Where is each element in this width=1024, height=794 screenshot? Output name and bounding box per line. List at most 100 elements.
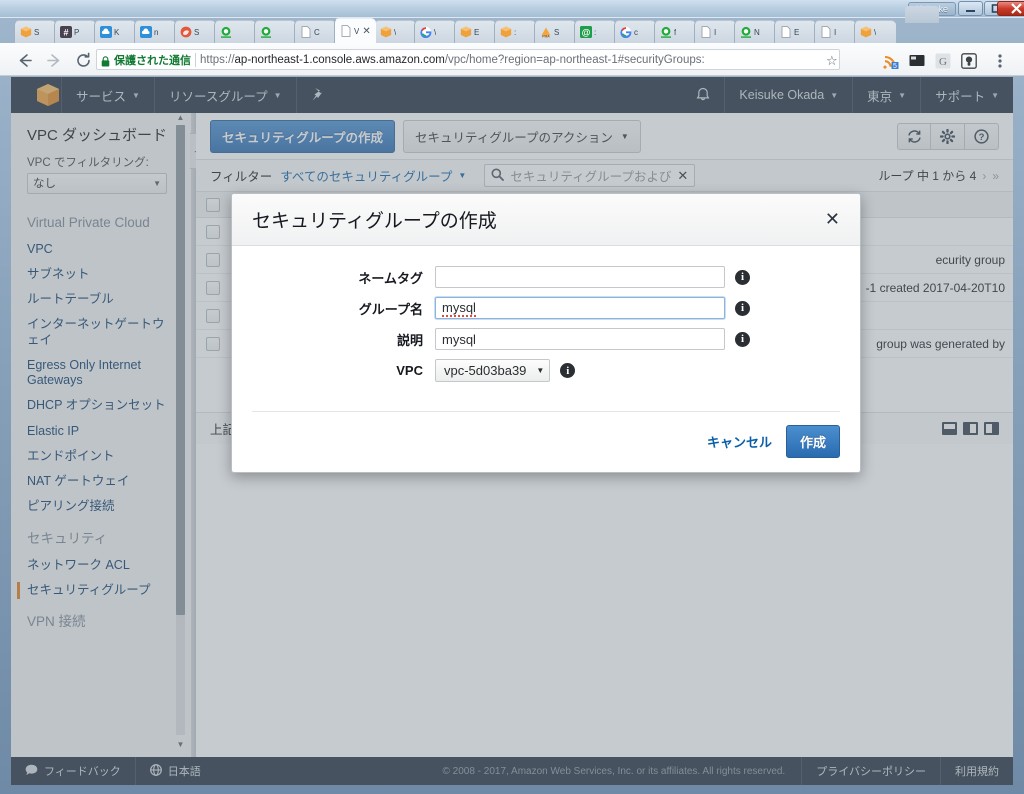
browser-tab-label: n — [154, 27, 159, 37]
browser-tab-7[interactable]: C — [294, 20, 336, 43]
browser-tab-label: f — [674, 27, 677, 37]
browser-tab-label: S — [194, 27, 200, 37]
chevron-down-icon: ▼ — [536, 366, 545, 375]
at-sign-icon: @ — [579, 26, 592, 39]
address-bar[interactable]: 保護された通信 https://ap-northeast-1.console.a… — [96, 49, 840, 70]
field-input-1[interactable]: mysql — [435, 297, 725, 319]
url-text: https://ap-northeast-1.console.aws.amazo… — [200, 54, 705, 66]
browser-tab-label: V — [354, 26, 360, 36]
cloud-icon — [139, 26, 152, 39]
field-value-1: mysql — [442, 299, 476, 317]
browser-tab-5[interactable] — [214, 20, 256, 43]
browser-tabstrip: S # P Kn S C V ✕ \ \ E: PMA S @: c f I N E I \ — [0, 18, 1024, 43]
tab-close-icon[interactable]: ✕ — [362, 26, 370, 37]
browser-tab-0[interactable]: S — [14, 20, 56, 43]
close-button[interactable] — [997, 1, 1024, 16]
browser-tab-11[interactable]: E — [454, 20, 496, 43]
search-green-icon — [659, 26, 672, 39]
cloud-icon — [99, 26, 112, 39]
browser-tab-16[interactable]: f — [654, 20, 696, 43]
browser-tab-6[interactable] — [254, 20, 296, 43]
browser-tab-21[interactable]: \ — [854, 20, 896, 43]
browser-tab-label: E — [794, 27, 800, 37]
info-icon[interactable]: i — [735, 331, 750, 347]
url-domain: ap-northeast-1.console.aws.amazon.com — [234, 53, 445, 66]
browser-tab-12[interactable]: : — [494, 20, 536, 43]
browser-tab-3[interactable]: n — [134, 20, 176, 43]
browser-tab-13[interactable]: PMA S — [534, 20, 576, 43]
firefox-icon — [179, 26, 192, 39]
create-button[interactable]: 作成 — [785, 425, 840, 458]
document-icon — [299, 26, 312, 39]
browser-tab-label: I — [714, 27, 717, 37]
browser-tab-label: N — [754, 27, 760, 37]
aws-box-icon — [379, 26, 392, 39]
pma-icon: PMA — [539, 26, 552, 39]
dialog-footer: キャンセル 作成 — [252, 411, 840, 472]
browser-tab-label: S — [554, 27, 560, 37]
browser-tab-17[interactable]: I — [694, 20, 736, 43]
lock-icon — [101, 54, 110, 67]
browser-tab-9[interactable]: \ — [374, 20, 416, 43]
aws-box-icon — [499, 26, 512, 39]
back-arrow-icon[interactable] — [14, 50, 34, 70]
svg-text:@: @ — [581, 27, 590, 37]
browser-window: Keisuke S#PKnSCV✕\\E:PMAS@:cfINEI\ 保護された… — [0, 0, 1024, 794]
browser-tab-8[interactable]: V ✕ — [334, 18, 376, 43]
browser-tab-label: \ — [434, 27, 437, 37]
browser-tab-label: K — [114, 27, 120, 37]
new-tab-button[interactable] — [905, 6, 939, 23]
browser-tab-4[interactable]: S — [174, 20, 216, 43]
search-green-icon — [259, 26, 272, 39]
search-green-icon — [739, 26, 752, 39]
secure-connection-label: 保護された通信 — [114, 54, 191, 67]
info-icon[interactable]: i — [560, 363, 576, 378]
browser-tab-2[interactable]: K — [94, 20, 136, 43]
browser-tab-label: \ — [394, 27, 397, 37]
reload-icon[interactable] — [73, 50, 93, 70]
field-input-0[interactable] — [435, 266, 725, 288]
browser-tab-18[interactable]: N — [734, 20, 776, 43]
url-path: /vpc/home?region=ap-northeast-1#security… — [444, 53, 705, 66]
field-label-1: グループ名 — [358, 301, 423, 317]
info-icon[interactable]: i — [735, 269, 750, 285]
document-icon — [779, 26, 792, 39]
google-g-icon — [419, 26, 432, 39]
dialog-header: セキュリティグループの作成 ✕ — [232, 194, 860, 246]
hash-icon: # — [59, 26, 72, 39]
svg-text:5: 5 — [893, 63, 897, 69]
browser-tab-label: C — [314, 27, 320, 37]
browser-tab-14[interactable]: @: — [574, 20, 616, 43]
dialog-title: セキュリティグループの作成 — [252, 211, 497, 232]
cancel-button[interactable]: キャンセル — [707, 432, 772, 451]
minimize-button[interactable] — [958, 1, 983, 16]
vpc-select[interactable]: vpc-5d03ba39 ▼ — [435, 359, 551, 382]
bookmark-star-icon[interactable]: ☆ — [826, 53, 838, 69]
google-g-icon — [619, 26, 632, 39]
lightbulb-icon[interactable] — [960, 52, 977, 69]
browser-tab-20[interactable]: I — [814, 20, 856, 43]
form-row: グループ名 mysql i — [252, 297, 840, 319]
browser-tab-label: E — [474, 27, 480, 37]
google-g-icon[interactable]: G — [934, 52, 951, 69]
info-icon[interactable]: i — [735, 300, 750, 316]
create-security-group-dialog: セキュリティグループの作成 ✕ ネームタグ i グループ名 mysql i 説明 mysql… — [231, 193, 861, 473]
screen-icon[interactable] — [908, 52, 925, 69]
browser-tab-19[interactable]: E — [774, 20, 816, 43]
rss-feed-icon[interactable]: 5 — [882, 52, 899, 69]
svg-text:#: # — [63, 27, 68, 37]
form-row: ネームタグ i — [252, 266, 840, 288]
browser-tab-10[interactable]: \ — [414, 20, 456, 43]
form-row: VPC vpc-5d03ba39 ▼ i — [252, 359, 840, 382]
browser-tab-1[interactable]: # P — [54, 20, 96, 43]
form-row: 説明 mysql i — [252, 328, 840, 350]
browser-tab-label: : — [514, 27, 517, 37]
close-x-icon[interactable]: ✕ — [825, 209, 840, 230]
browser-tab-label: : — [594, 27, 597, 37]
field-input-2[interactable]: mysql — [435, 328, 725, 350]
browser-tab-15[interactable]: c — [614, 20, 656, 43]
field-label-0: ネームタグ — [358, 270, 423, 286]
field-label-2: 説明 — [396, 332, 423, 348]
document-icon — [819, 26, 832, 39]
kebab-menu-icon[interactable] — [991, 52, 1008, 69]
